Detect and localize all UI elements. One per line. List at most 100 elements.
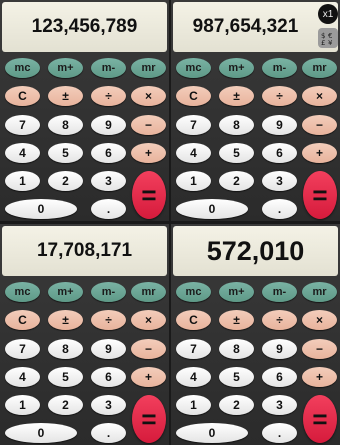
multiply-button[interactable]: × (302, 310, 337, 330)
mr-button[interactable]: mr (131, 58, 166, 78)
digit-3-button[interactable]: 3 (262, 395, 297, 415)
digit-row: 4 5 6 + (171, 143, 340, 165)
digit-2-button[interactable]: 2 (48, 171, 83, 191)
plus-button[interactable]: + (302, 143, 337, 163)
m-minus-button[interactable]: m- (91, 282, 126, 302)
mr-button[interactable]: mr (302, 282, 337, 302)
mc-button[interactable]: mc (5, 282, 40, 302)
digit-8-button[interactable]: 8 (48, 115, 83, 135)
mr-button[interactable]: mr (302, 58, 337, 78)
m-plus-button[interactable]: m+ (48, 58, 83, 78)
digit-4-button[interactable]: 4 (5, 367, 40, 387)
digit-9-button[interactable]: 9 (91, 115, 126, 135)
digit-8-button[interactable]: 8 (219, 339, 254, 359)
digit-5-button[interactable]: 5 (48, 143, 83, 163)
digit-5-button[interactable]: 5 (48, 367, 83, 387)
m-minus-button[interactable]: m- (262, 282, 297, 302)
equals-button[interactable]: = (132, 171, 166, 219)
mc-button[interactable]: mc (176, 58, 211, 78)
digit-7-button[interactable]: 7 (176, 115, 211, 135)
m-minus-button[interactable]: m- (262, 58, 297, 78)
sign-button[interactable]: ± (219, 310, 254, 330)
calculator-panel-1: 123,456,789 mc m+ m- mr C ± ÷ × 7 8 9 − … (0, 0, 169, 221)
minus-button[interactable]: − (302, 339, 337, 359)
mc-button[interactable]: mc (176, 282, 211, 302)
decimal-button[interactable]: . (91, 199, 126, 219)
digit-9-button[interactable]: 9 (262, 339, 297, 359)
m-plus-button[interactable]: m+ (48, 282, 83, 302)
memory-row: mc m+ m- mr (171, 58, 340, 80)
m-plus-button[interactable]: m+ (219, 58, 254, 78)
digit-9-button[interactable]: 9 (262, 115, 297, 135)
function-row: C ± ÷ × (171, 310, 340, 332)
digit-2-button[interactable]: 2 (219, 395, 254, 415)
mc-button[interactable]: mc (5, 58, 40, 78)
sign-button[interactable]: ± (219, 86, 254, 106)
memory-row: mc m+ m- mr (171, 282, 340, 304)
digit-row: 4 5 6 + (171, 367, 340, 389)
digit-7-button[interactable]: 7 (5, 339, 40, 359)
digit-1-button[interactable]: 1 (176, 395, 211, 415)
minus-button[interactable]: − (302, 115, 337, 135)
divide-button[interactable]: ÷ (91, 86, 126, 106)
clear-button[interactable]: C (176, 86, 211, 106)
m-plus-button[interactable]: m+ (219, 282, 254, 302)
digit-7-button[interactable]: 7 (176, 339, 211, 359)
digit-9-button[interactable]: 9 (91, 339, 126, 359)
clear-button[interactable]: C (176, 310, 211, 330)
multiply-button[interactable]: × (131, 310, 166, 330)
digit-6-button[interactable]: 6 (262, 367, 297, 387)
clear-button[interactable]: C (5, 310, 40, 330)
digit-6-button[interactable]: 6 (91, 367, 126, 387)
digit-5-button[interactable]: 5 (219, 367, 254, 387)
equals-button[interactable]: = (303, 171, 337, 219)
digit-0-button[interactable]: 0 (176, 423, 248, 443)
plus-button[interactable]: + (302, 367, 337, 387)
digit-4-button[interactable]: 4 (176, 143, 211, 163)
digit-3-button[interactable]: 3 (91, 395, 126, 415)
m-minus-button[interactable]: m- (91, 58, 126, 78)
calculator-panel-2: 987,654,321 x1 $ € £ ¥ mc m+ m- mr C ± ÷… (171, 0, 340, 221)
digit-1-button[interactable]: 1 (5, 171, 40, 191)
multiply-button[interactable]: × (131, 86, 166, 106)
equals-button[interactable]: = (303, 395, 337, 443)
digit-2-button[interactable]: 2 (219, 171, 254, 191)
divide-button[interactable]: ÷ (91, 310, 126, 330)
digit-8-button[interactable]: 8 (219, 115, 254, 135)
digit-7-button[interactable]: 7 (5, 115, 40, 135)
digit-0-button[interactable]: 0 (176, 199, 248, 219)
plus-button[interactable]: + (131, 143, 166, 163)
decimal-button[interactable]: . (91, 423, 126, 443)
divide-button[interactable]: ÷ (262, 310, 297, 330)
digit-2-button[interactable]: 2 (48, 395, 83, 415)
display: 987,654,321 (173, 2, 338, 52)
decimal-button[interactable]: . (262, 199, 297, 219)
memory-row: mc m+ m- mr (0, 282, 169, 304)
equals-button[interactable]: = (132, 395, 166, 443)
digit-6-button[interactable]: 6 (262, 143, 297, 163)
digit-6-button[interactable]: 6 (91, 143, 126, 163)
digit-0-button[interactable]: 0 (5, 199, 77, 219)
minus-button[interactable]: − (131, 339, 166, 359)
multiplier-badge[interactable]: x1 (318, 4, 338, 24)
multiply-button[interactable]: × (302, 86, 337, 106)
currency-exchange-icon[interactable]: $ € £ ¥ (318, 28, 338, 48)
minus-button[interactable]: − (131, 115, 166, 135)
clear-button[interactable]: C (5, 86, 40, 106)
sign-button[interactable]: ± (48, 310, 83, 330)
digit-0-button[interactable]: 0 (5, 423, 77, 443)
digit-4-button[interactable]: 4 (176, 367, 211, 387)
digit-5-button[interactable]: 5 (219, 143, 254, 163)
digit-3-button[interactable]: 3 (262, 171, 297, 191)
mr-button[interactable]: mr (131, 282, 166, 302)
sign-button[interactable]: ± (48, 86, 83, 106)
digit-8-button[interactable]: 8 (48, 339, 83, 359)
digit-1-button[interactable]: 1 (5, 395, 40, 415)
digit-4-button[interactable]: 4 (5, 143, 40, 163)
plus-button[interactable]: + (131, 367, 166, 387)
function-row: C ± ÷ × (0, 310, 169, 332)
digit-1-button[interactable]: 1 (176, 171, 211, 191)
divide-button[interactable]: ÷ (262, 86, 297, 106)
decimal-button[interactable]: . (262, 423, 297, 443)
digit-3-button[interactable]: 3 (91, 171, 126, 191)
